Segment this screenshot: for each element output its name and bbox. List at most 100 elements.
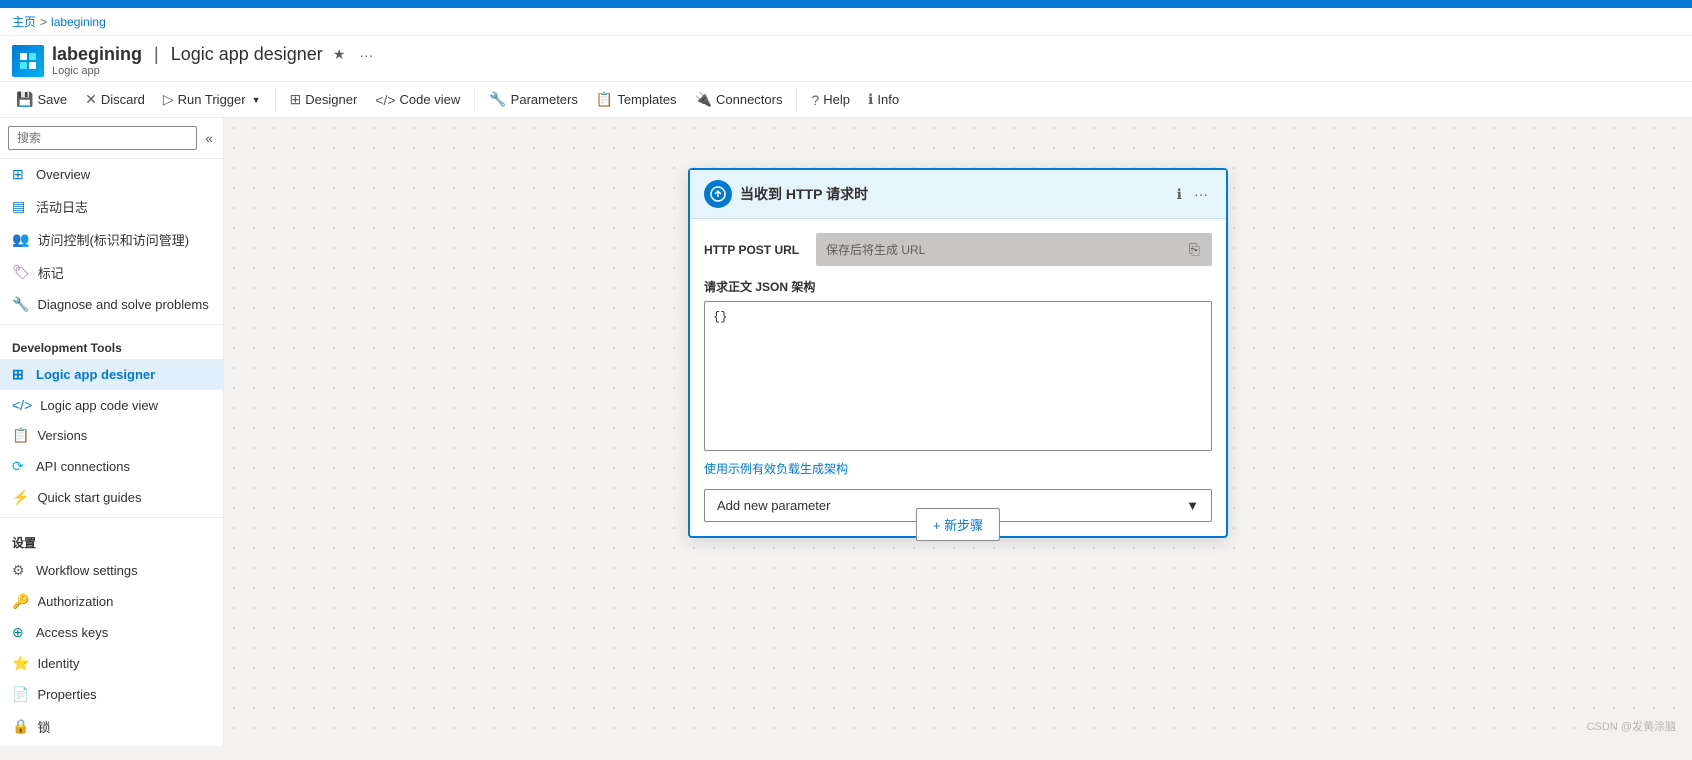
sidebar-item-quick-start[interactable]: ⚡ Quick start guides <box>0 482 223 513</box>
sidebar-item-logic-designer[interactable]: ⊞ Logic app designer <box>0 359 223 390</box>
designer-icon: ⊞ <box>290 91 302 108</box>
help-button[interactable]: ? Help <box>803 87 858 113</box>
logic-designer-label: Logic app designer <box>36 367 155 382</box>
sidebar-item-versions[interactable]: 📋 Versions <box>0 420 223 451</box>
save-icon: 💾 <box>16 91 33 108</box>
overview-label: Overview <box>36 167 90 182</box>
sidebar-item-lock[interactable]: 🔒 锁 <box>0 710 223 743</box>
more-button[interactable]: ··· <box>355 45 377 65</box>
url-placeholder-text: 保存后将生成 URL <box>826 241 925 258</box>
breadcrumb-sep: > <box>40 15 47 29</box>
access-keys-icon: ⊕ <box>12 624 28 641</box>
generate-schema-link[interactable]: 使用示例有效负载生成架构 <box>704 460 848 477</box>
code-view-icon: </> <box>375 92 395 108</box>
info-icon: ℹ <box>868 91 873 108</box>
run-dropdown-arrow: ▼ <box>252 95 261 105</box>
trigger-card-icon <box>704 180 732 208</box>
workflow-settings-icon: ⚙ <box>12 562 28 579</box>
http-post-url-label: HTTP POST URL <box>704 243 804 257</box>
identity-label: Identity <box>37 656 79 671</box>
http-post-url-row: HTTP POST URL 保存后将生成 URL ⎘ <box>704 233 1212 266</box>
run-icon: ▷ <box>163 91 174 108</box>
sidebar-item-identity[interactable]: ⭐ Identity <box>0 648 223 679</box>
versions-icon: 📋 <box>12 427 29 444</box>
properties-label: Properties <box>37 687 96 702</box>
header-subtitle: Logic app <box>52 65 377 77</box>
discard-button[interactable]: ✕ Discard <box>77 86 153 113</box>
sidebar-item-tags[interactable]: 🏷 标记 <box>0 256 223 289</box>
diagnose-label: Diagnose and solve problems <box>37 297 208 312</box>
sidebar-item-logic-code[interactable]: </> Logic app code view <box>0 390 223 420</box>
sidebar-item-diagnose[interactable]: 🔧 Diagnose and solve problems <box>0 289 223 320</box>
authorization-label: Authorization <box>37 594 113 609</box>
toolbar: 💾 Save ✕ Discard ▷ Run Trigger ▼ ⊞ Desig… <box>0 82 1692 118</box>
sidebar-item-activity-log[interactable]: ▤ 活动日志 <box>0 190 223 223</box>
sidebar-item-access-control[interactable]: 👥 访问控制(标识和访问管理) <box>0 223 223 256</box>
sidebar-item-authorization[interactable]: 🔑 Authorization <box>0 586 223 617</box>
templates-button[interactable]: 📋 Templates <box>588 86 685 113</box>
parameters-button[interactable]: 🔧 Parameters <box>481 86 586 113</box>
tags-icon: 🏷 <box>12 264 30 281</box>
breadcrumb-current[interactable]: labegining <box>51 15 106 29</box>
breadcrumb: 主页 > labegining <box>0 8 1692 36</box>
header-sep: | <box>154 44 159 65</box>
discard-icon: ✕ <box>85 91 97 108</box>
sidebar-item-workflow-settings[interactable]: ⚙ Workflow settings <box>0 555 223 586</box>
header-app-title: labegining <box>52 44 142 65</box>
search-input[interactable] <box>8 126 197 150</box>
properties-icon: 📄 <box>12 686 29 703</box>
settings-section-label: 设置 <box>0 522 223 555</box>
card-header-actions: ℹ ··· <box>1173 184 1212 205</box>
run-trigger-button[interactable]: ▷ Run Trigger ▼ <box>155 86 269 113</box>
json-schema-label: 请求正文 JSON 架构 <box>704 278 1212 295</box>
access-control-icon: 👥 <box>12 231 29 248</box>
workflow-settings-label: Workflow settings <box>36 563 138 578</box>
connectors-icon: 🔌 <box>695 91 712 108</box>
logic-code-icon: </> <box>12 397 32 413</box>
json-schema-textarea[interactable]: {} <box>704 301 1212 451</box>
logic-designer-icon: ⊞ <box>12 366 28 383</box>
authorization-icon: 🔑 <box>12 593 29 610</box>
tags-label: 标记 <box>38 263 64 282</box>
card-body: HTTP POST URL 保存后将生成 URL ⎘ 请求正文 JSON 架构 … <box>690 219 1226 536</box>
parameters-icon: 🔧 <box>489 91 506 108</box>
code-view-button[interactable]: </> Code view <box>367 87 468 113</box>
designer-button[interactable]: ⊞ Designer <box>282 86 366 113</box>
param-dropdown-label: Add new parameter <box>717 498 830 513</box>
diagnose-icon: 🔧 <box>12 296 29 313</box>
app-icon <box>12 45 44 77</box>
add-step-button[interactable]: + 新步骤 <box>916 508 1000 541</box>
sidebar-item-api-connections[interactable]: ⟳ API connections <box>0 451 223 482</box>
quick-start-label: Quick start guides <box>37 490 141 505</box>
main-layout: « ⊞ Overview ▤ 活动日志 👥 访问控制(标识和访问管理) 🏷 标记… <box>0 118 1692 746</box>
canvas: 当收到 HTTP 请求时 ℹ ··· HTTP POST URL 保存后将生成 … <box>224 118 1692 746</box>
save-button[interactable]: 💾 Save <box>8 86 75 113</box>
activity-log-icon: ▤ <box>12 198 28 215</box>
lock-label: 锁 <box>37 717 50 736</box>
help-icon: ? <box>811 92 819 108</box>
card-title: 当收到 HTTP 请求时 <box>740 184 1165 204</box>
card-header: 当收到 HTTP 请求时 ℹ ··· <box>690 170 1226 219</box>
card-more-button[interactable]: ··· <box>1190 184 1212 205</box>
info-button[interactable]: ℹ Info <box>860 86 907 113</box>
collapse-button[interactable]: « <box>203 128 215 148</box>
overview-icon: ⊞ <box>12 166 28 183</box>
nav-divider-2 <box>0 517 223 518</box>
sidebar-search-container: « <box>0 118 223 159</box>
sidebar-nav: ⊞ Overview ▤ 活动日志 👥 访问控制(标识和访问管理) 🏷 标记 🔧… <box>0 159 223 746</box>
card-info-button[interactable]: ℹ <box>1173 184 1186 205</box>
connectors-button[interactable]: 🔌 Connectors <box>687 86 791 113</box>
quick-start-icon: ⚡ <box>12 489 29 506</box>
sidebar-item-properties[interactable]: 📄 Properties <box>0 679 223 710</box>
sidebar-item-overview[interactable]: ⊞ Overview <box>0 159 223 190</box>
breadcrumb-home[interactable]: 主页 <box>12 13 36 30</box>
api-connections-label: API connections <box>36 459 130 474</box>
copy-url-button[interactable]: ⎘ <box>1187 239 1202 260</box>
json-schema-section: 请求正文 JSON 架构 {} 使用示例有效负载生成架构 <box>704 278 1212 477</box>
watermark: CSDN @发黄涂脑 <box>1587 718 1676 734</box>
http-post-url-value: 保存后将生成 URL ⎘ <box>816 233 1212 266</box>
access-keys-label: Access keys <box>36 625 108 640</box>
star-button[interactable]: ★ <box>329 44 350 65</box>
lock-icon: 🔒 <box>12 718 29 735</box>
sidebar-item-access-keys[interactable]: ⊕ Access keys <box>0 617 223 648</box>
